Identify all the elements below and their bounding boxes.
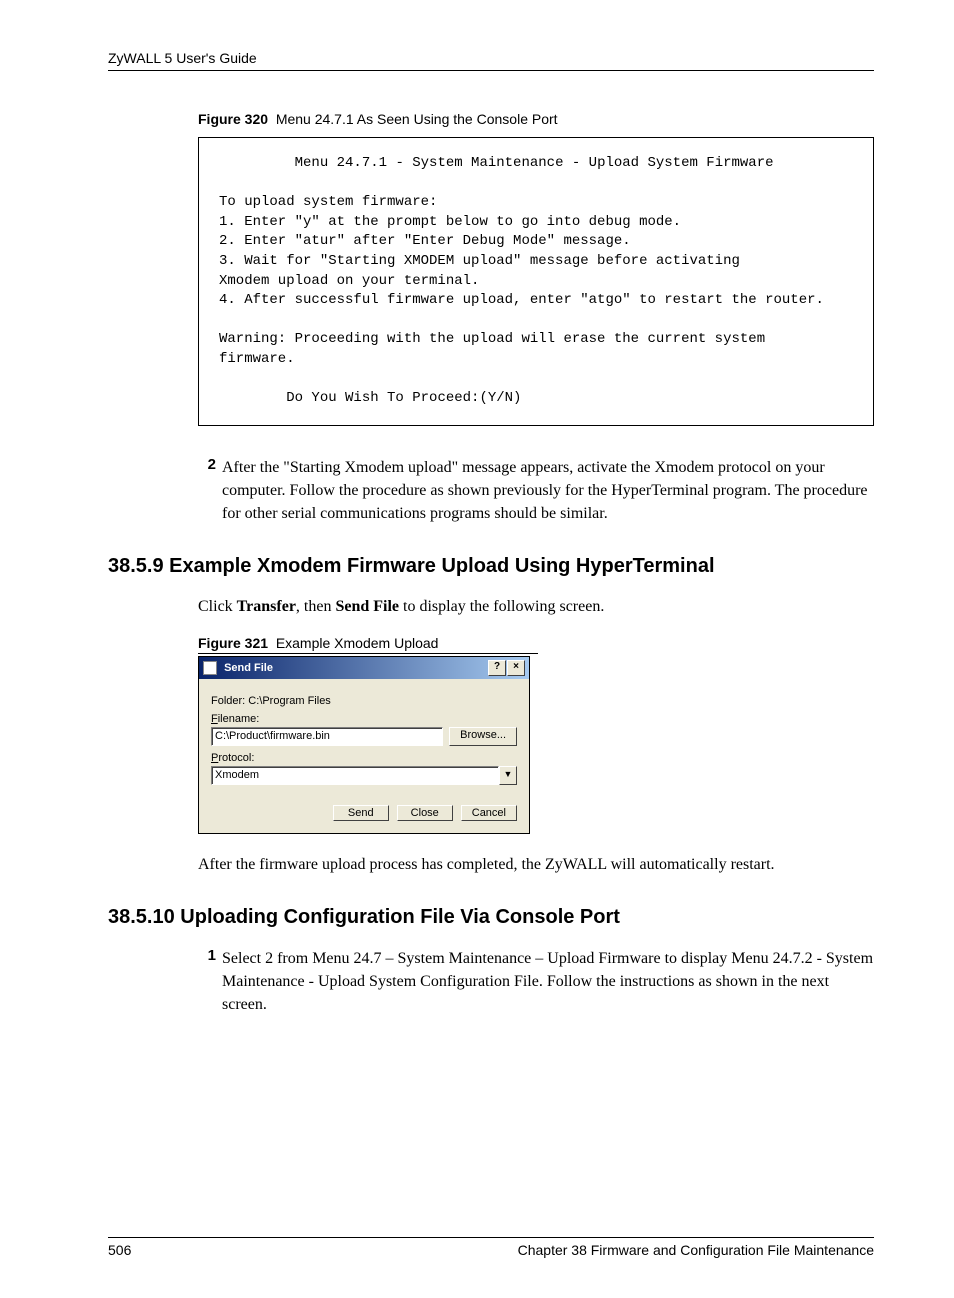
step-1-number: 1	[198, 947, 216, 1017]
folder-label: Folder: C:\Program Files	[211, 695, 517, 707]
help-icon[interactable]: ?	[488, 660, 506, 676]
figure-320-title: Menu 24.7.1 As Seen Using the Console Po…	[276, 111, 558, 127]
step-2: 2 After the "Starting Xmodem upload" mes…	[198, 456, 874, 526]
close-button[interactable]: Close	[397, 805, 453, 821]
protocol-select[interactable]: Xmodem	[211, 766, 499, 785]
send-file-dialog: Send File ? × Folder: C:\Program Files F…	[198, 656, 530, 834]
console-output-box: Menu 24.7.1 - System Maintenance - Uploa…	[198, 137, 874, 426]
figure-320-caption: Figure 320 Menu 24.7.1 As Seen Using the…	[198, 111, 874, 127]
filename-label: Filename:	[211, 713, 517, 725]
page-header: ZyWALL 5 User's Guide	[108, 50, 874, 71]
section-38-5-9-intro: Click Transfer, then Send File to displa…	[198, 596, 874, 618]
filename-input[interactable]: C:\Product\firmware.bin	[211, 727, 443, 746]
after-upload-text: After the firmware upload process has co…	[198, 854, 874, 876]
dialog-icon	[203, 661, 217, 675]
protocol-label: Protocol:	[211, 752, 517, 764]
figure-321-caption: Figure 321 Example Xmodem Upload	[198, 635, 538, 654]
send-button[interactable]: Send	[333, 805, 389, 821]
step-2-text: After the "Starting Xmodem upload" messa…	[222, 456, 874, 526]
chevron-down-icon[interactable]: ▼	[499, 766, 517, 785]
dialog-titlebar: Send File ? ×	[199, 657, 529, 679]
section-38-5-10-step-1: 1 Select 2 from Menu 24.7 – System Maint…	[198, 947, 874, 1017]
close-icon[interactable]: ×	[507, 660, 525, 676]
dialog-title-text: Send File	[224, 662, 273, 674]
page-footer: 506 Chapter 38 Firmware and Configuratio…	[108, 1237, 874, 1258]
figure-321-title: Example Xmodem Upload	[276, 635, 439, 651]
figure-321-number: Figure 321	[198, 635, 268, 651]
step-1-text: Select 2 from Menu 24.7 – System Mainten…	[222, 947, 874, 1017]
section-38-5-10-heading: 38.5.10 Uploading Configuration File Via…	[108, 906, 874, 929]
browse-button[interactable]: Browse...	[449, 727, 517, 746]
header-left: ZyWALL 5 User's Guide	[108, 50, 257, 66]
section-38-5-9-heading: 38.5.9 Example Xmodem Firmware Upload Us…	[108, 555, 874, 578]
chapter-label: Chapter 38 Firmware and Configuration Fi…	[518, 1242, 874, 1258]
page-number: 506	[108, 1242, 131, 1258]
step-2-number: 2	[198, 456, 216, 526]
figure-320-number: Figure 320	[198, 111, 268, 127]
cancel-button[interactable]: Cancel	[461, 805, 517, 821]
